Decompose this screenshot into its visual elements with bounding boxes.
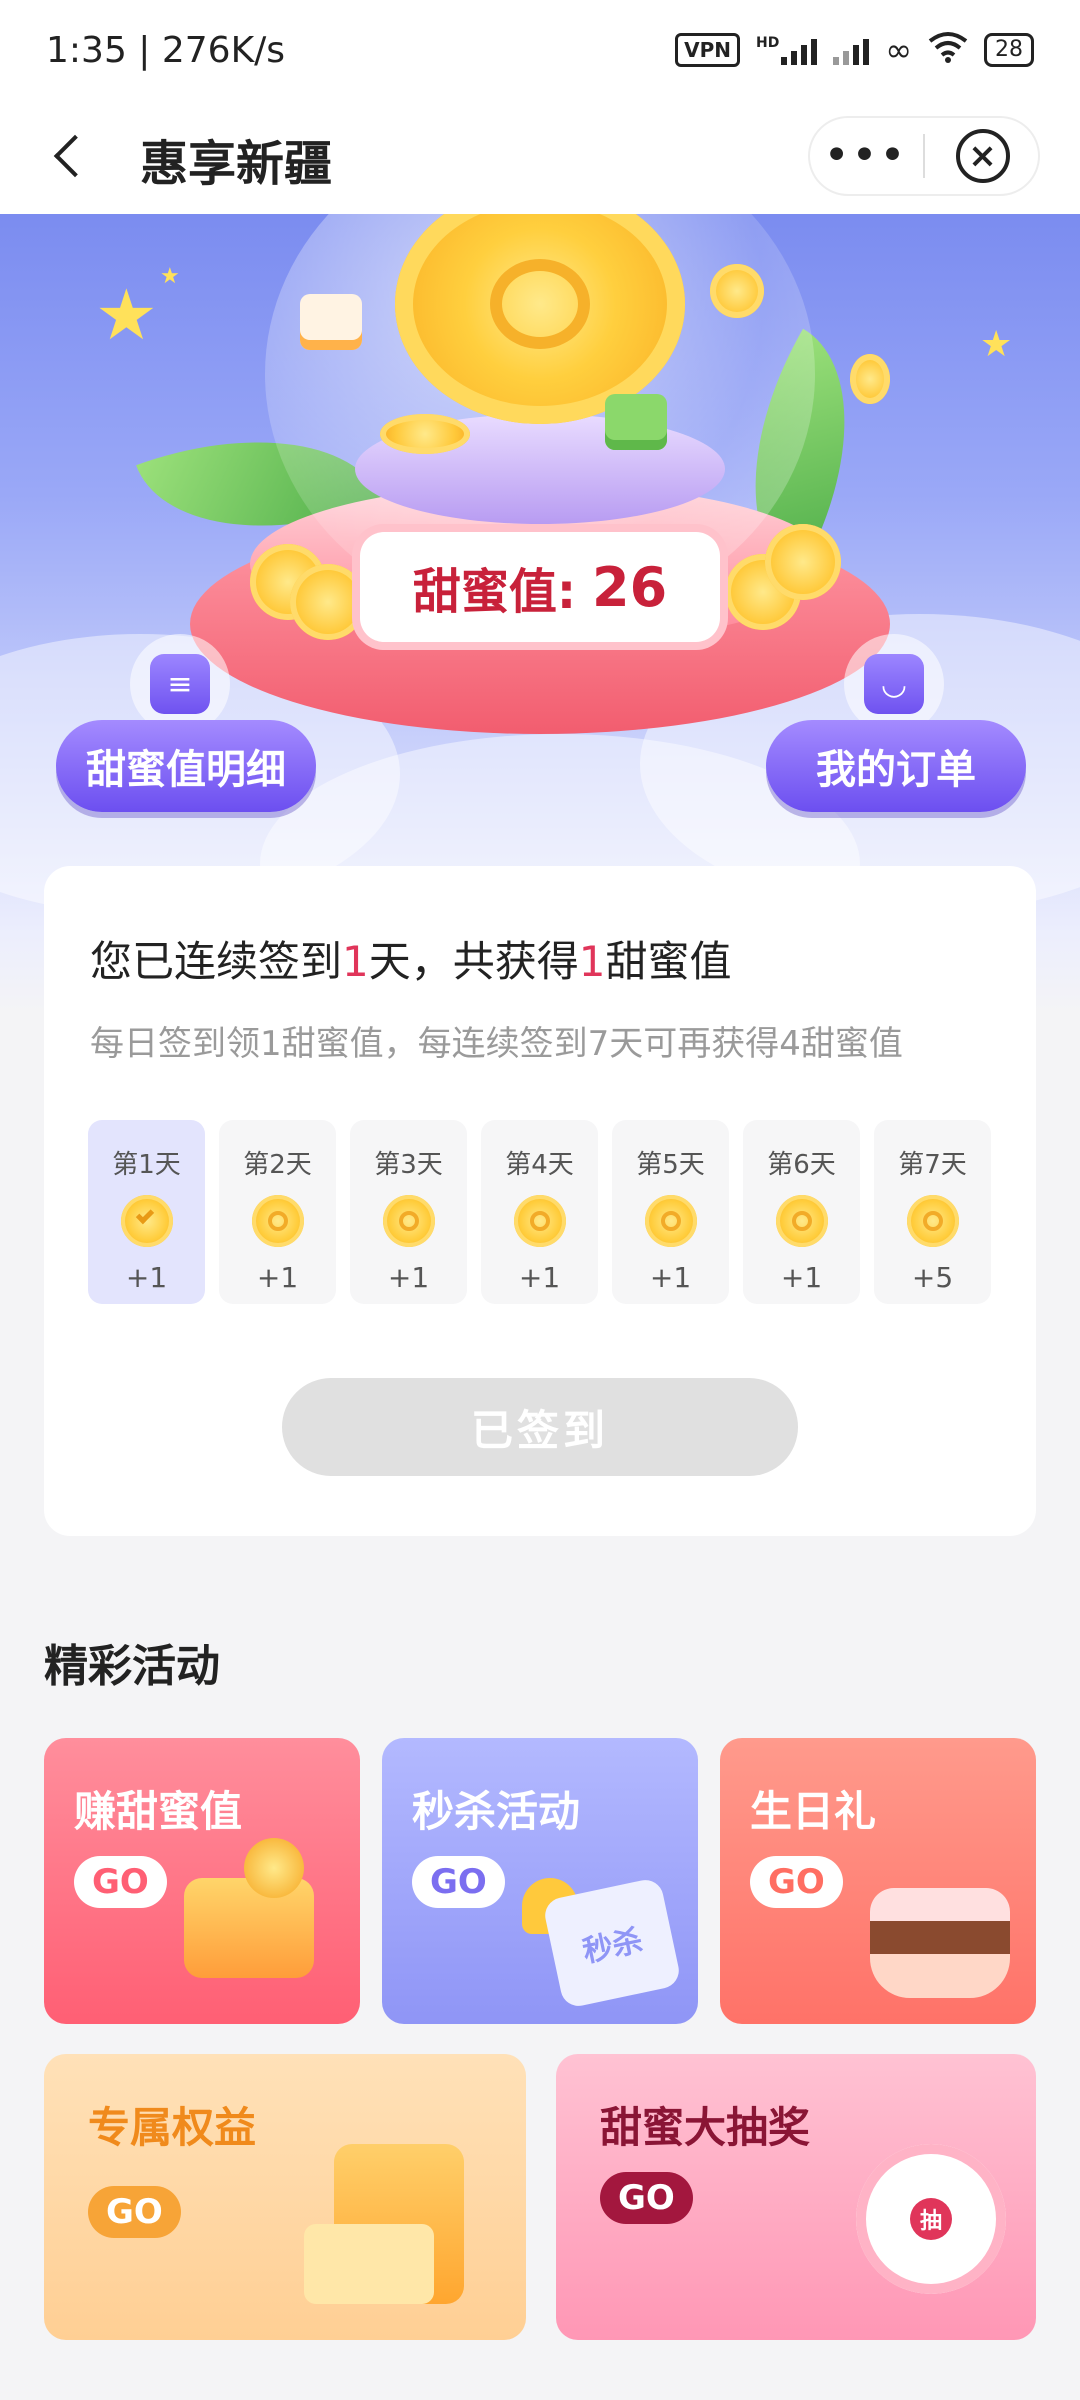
card-icon bbox=[304, 2224, 434, 2304]
coin-icon bbox=[710, 264, 764, 318]
orders-icon-badge: ◡ bbox=[844, 634, 944, 734]
status-time: 1:35 | 276K/s bbox=[46, 29, 286, 71]
coin-icon bbox=[290, 564, 366, 640]
day-item: 第2天 +1 bbox=[219, 1120, 336, 1304]
coin-icon bbox=[850, 354, 890, 404]
my-orders-button[interactable]: 我的订单 bbox=[766, 720, 1026, 812]
document-icon: ≡ bbox=[150, 654, 210, 714]
star-icon: ★ bbox=[95, 274, 158, 356]
day-item: 第6天 +1 bbox=[743, 1120, 860, 1304]
coin-icon bbox=[513, 1195, 566, 1247]
wifi-icon bbox=[928, 31, 968, 70]
gift-character-icon bbox=[300, 294, 362, 350]
activities-title: 精彩活动 bbox=[44, 1641, 220, 1692]
sweet-value-number: 26 bbox=[592, 555, 668, 619]
signal-icon bbox=[833, 35, 870, 65]
star-icon: ★ bbox=[980, 324, 1013, 365]
coin-icon bbox=[765, 524, 841, 600]
sweet-details-button[interactable]: 甜蜜值明细 bbox=[56, 720, 316, 812]
day-item: 第3天 +1 bbox=[350, 1120, 467, 1304]
signed-in-button[interactable]: 已签到 bbox=[282, 1378, 798, 1476]
streak-days: 1 bbox=[342, 937, 369, 986]
coin-icon bbox=[251, 1195, 304, 1247]
checked-coin-icon bbox=[120, 1195, 173, 1247]
flash-sale-tile[interactable]: 秒杀活动 GO 秒杀 bbox=[382, 1738, 698, 2024]
close-button[interactable]: × bbox=[925, 129, 1040, 183]
back-button[interactable] bbox=[40, 126, 100, 186]
checkin-days: 第1天 +1 第2天 +1 第3天 +1 第4天 +1 第5天 +1 第6天 +… bbox=[88, 1120, 991, 1304]
mini-program-capsule: ••• × bbox=[808, 116, 1040, 196]
close-icon: × bbox=[955, 129, 1010, 183]
gift-character-icon bbox=[605, 394, 667, 450]
go-button[interactable]: GO bbox=[88, 2186, 181, 2238]
coin-icon bbox=[775, 1195, 828, 1247]
go-button[interactable]: GO bbox=[750, 1856, 843, 1908]
shopping-bag-icon: ◡ bbox=[864, 654, 924, 714]
day-item: 第4天 +1 bbox=[481, 1120, 598, 1304]
coin-icon bbox=[380, 414, 470, 454]
details-icon-badge: ≡ bbox=[130, 634, 230, 734]
more-button[interactable]: ••• bbox=[808, 116, 923, 196]
day-item: 第7天 +5 bbox=[874, 1120, 991, 1304]
day-item: 第5天 +1 bbox=[612, 1120, 729, 1304]
coin-icon bbox=[906, 1195, 959, 1247]
cake-icon bbox=[870, 1888, 1010, 1998]
checkin-rules: 每日签到领1甜蜜值，每连续签到7天可再获得4甜蜜值 bbox=[90, 1024, 903, 1064]
sweet-value-label: 甜蜜值: bbox=[412, 564, 577, 620]
prize-wheel-icon: 抽 bbox=[856, 2144, 1006, 2294]
day-item: 第1天 +1 bbox=[88, 1120, 205, 1304]
calendar-icon: 秒杀 bbox=[541, 1876, 683, 2010]
earn-sweet-tile[interactable]: 赚甜蜜值 GO bbox=[44, 1738, 360, 2024]
checkin-card: 您已连续签到1天，共获得1甜蜜值 每日签到领1甜蜜值，每连续签到7天可再获得4甜… bbox=[44, 866, 1036, 1536]
coin-icon bbox=[382, 1195, 435, 1247]
page-title: 惠享新疆 bbox=[140, 136, 333, 192]
status-icons: VPN HD ∞ 28 bbox=[675, 31, 1034, 70]
earned-points: 1 bbox=[578, 937, 606, 986]
signal-hd-icon: HD bbox=[756, 35, 818, 65]
data-saver-icon: ∞ bbox=[885, 31, 912, 69]
go-button[interactable]: GO bbox=[600, 2172, 693, 2224]
checkin-headline: 您已连续签到1天，共获得1甜蜜值 bbox=[90, 937, 732, 986]
birthday-gift-tile[interactable]: 生日礼 GO bbox=[720, 1738, 1036, 2024]
nav-bar: 惠享新疆 ••• × bbox=[0, 100, 1080, 214]
vpn-icon: VPN bbox=[675, 33, 740, 67]
sweet-value-badge: 甜蜜值: 26 bbox=[360, 532, 720, 642]
coin-icon bbox=[244, 1838, 304, 1898]
chevron-left-icon bbox=[53, 134, 97, 178]
shopping-cart-icon bbox=[184, 1878, 314, 1978]
go-button[interactable]: GO bbox=[412, 1856, 505, 1908]
star-icon: ★ bbox=[160, 264, 180, 289]
exclusive-benefits-tile[interactable]: 专属权益 GO bbox=[44, 2054, 526, 2340]
lucky-draw-tile[interactable]: 甜蜜大抽奖 GO 抽 bbox=[556, 2054, 1036, 2340]
coin-icon bbox=[644, 1195, 697, 1247]
battery-icon: 28 bbox=[984, 33, 1034, 67]
go-button[interactable]: GO bbox=[74, 1856, 167, 1908]
status-bar: 1:35 | 276K/s VPN HD ∞ 28 bbox=[0, 0, 1080, 100]
